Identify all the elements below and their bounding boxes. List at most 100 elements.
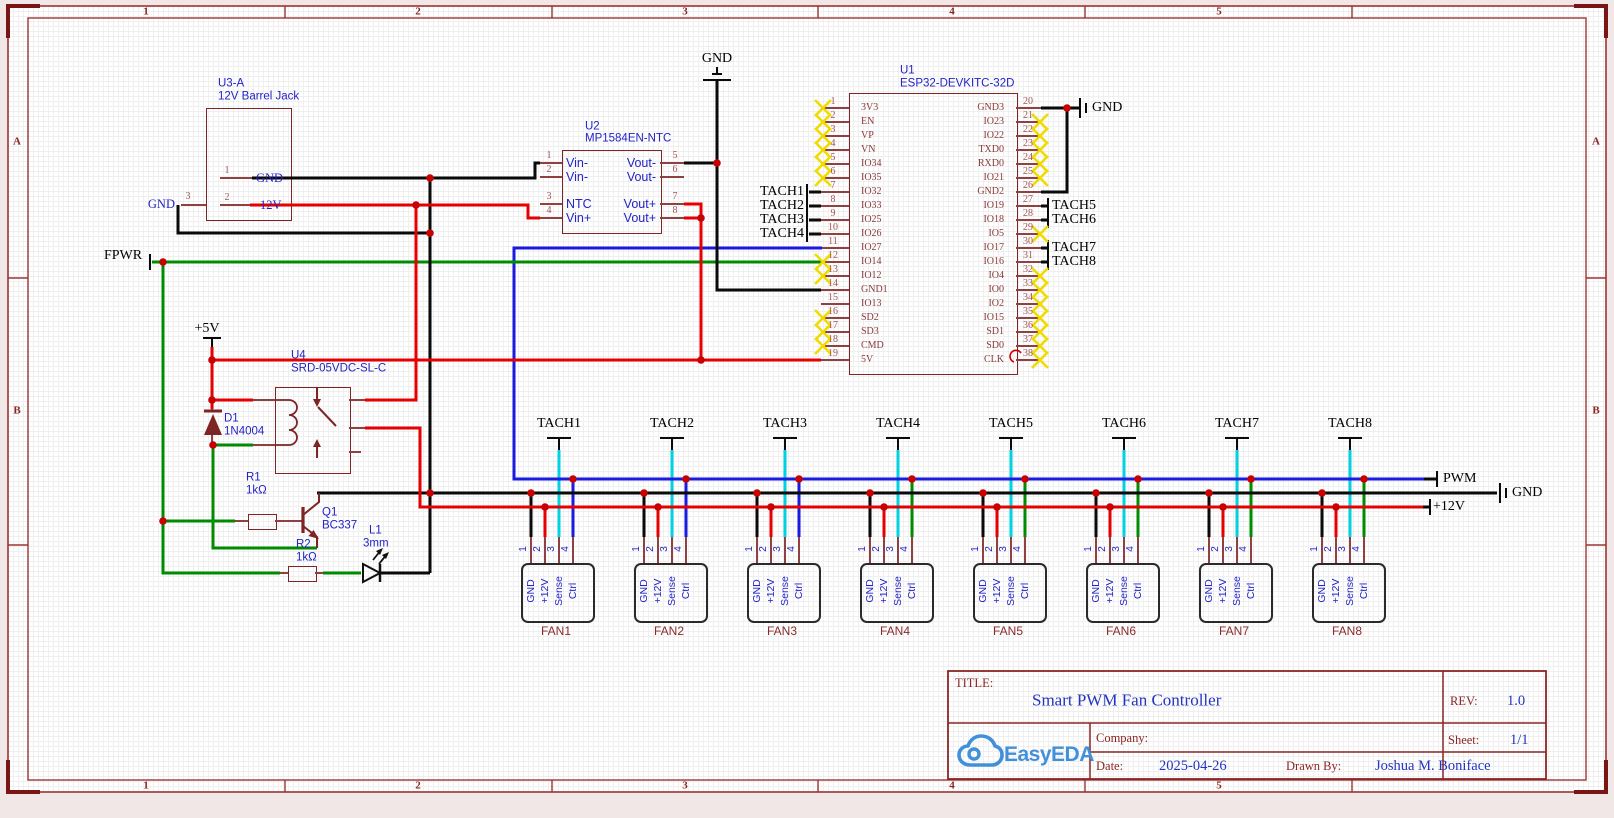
junction-dot bbox=[412, 201, 420, 209]
fan-pin-number: 1 bbox=[1084, 546, 1094, 552]
drawn-by-value[interactable]: Joshua M. Boniface bbox=[1375, 759, 1491, 774]
u1-pin-number: 13 bbox=[828, 265, 838, 275]
u1-pin-name: VP bbox=[861, 131, 874, 141]
u1-pin-name: EN bbox=[861, 117, 874, 127]
u1-pin-name: SD2 bbox=[861, 313, 879, 323]
fan-pin-name: Ctrl bbox=[794, 583, 805, 599]
d1-value[interactable]: 1N4004 bbox=[224, 426, 264, 438]
relay-switch-symbol bbox=[317, 388, 336, 458]
junction-dot bbox=[908, 475, 916, 483]
led-triangle[interactable] bbox=[363, 564, 380, 582]
u1-pin-number: 31 bbox=[1023, 251, 1033, 261]
easyeda-swirl-icon bbox=[969, 749, 979, 759]
u1-pin-number: 34 bbox=[1023, 293, 1033, 303]
u1-pin-number: 25 bbox=[1023, 167, 1033, 177]
net-flag-tach: TACH8 bbox=[1052, 255, 1096, 269]
u3-ref[interactable]: U3-A bbox=[218, 78, 244, 90]
u1-pin-number: 2 bbox=[831, 111, 836, 121]
u2-pin-number: 6 bbox=[673, 165, 678, 175]
u1-pin-name: IO2 bbox=[988, 299, 1004, 309]
junction-dot bbox=[1360, 475, 1368, 483]
fan-pin-name: Sense bbox=[1006, 576, 1017, 606]
junction-dot bbox=[654, 503, 662, 511]
net-flag-tach-fan: TACH7 bbox=[1215, 417, 1259, 431]
u2-value[interactable]: MP1584EN-NTC bbox=[585, 133, 671, 145]
relay-coil-symbol bbox=[275, 400, 297, 445]
u2-ref[interactable]: U2 bbox=[585, 121, 600, 133]
u1-pin-name: IO35 bbox=[861, 173, 882, 183]
l1-ref[interactable]: L1 bbox=[369, 525, 382, 537]
u1-pin-name: IO15 bbox=[983, 313, 1004, 323]
u4-value[interactable]: SRD-05VDC-SL-C bbox=[291, 363, 386, 375]
u2-pin-number: 7 bbox=[673, 192, 678, 202]
u1-pin-name: SD3 bbox=[861, 327, 879, 337]
fan-pin-name: GND bbox=[526, 579, 537, 602]
date-value[interactable]: 2025-04-26 bbox=[1159, 759, 1227, 774]
u4-ref[interactable]: U4 bbox=[291, 350, 306, 362]
fan-pin-name: +12V bbox=[879, 579, 890, 604]
fan-pin-name: GND bbox=[865, 579, 876, 602]
u1-pin-number: 3 bbox=[831, 125, 836, 135]
fpwr-net-wire bbox=[152, 262, 821, 573]
u1-pin-number: 30 bbox=[1023, 237, 1033, 247]
net-flag-tach-fan: TACH1 bbox=[537, 417, 581, 431]
u1-ref[interactable]: U1 bbox=[900, 65, 915, 77]
frame-column-label: 1 bbox=[143, 7, 149, 18]
rev-label: REV: bbox=[1450, 695, 1478, 708]
u3-pin1-number: 1 bbox=[225, 166, 230, 176]
u1-pin-number: 15 bbox=[828, 293, 838, 303]
r2-ref[interactable]: R2 bbox=[296, 539, 311, 551]
u2-pin-number: 1 bbox=[547, 151, 552, 161]
u1-value[interactable]: ESP32-DEVKITC-32D bbox=[900, 78, 1014, 90]
fan-connector-label: FAN2 bbox=[654, 625, 684, 637]
l1-value[interactable]: 3mm bbox=[363, 538, 389, 550]
net-flag-tach: TACH3 bbox=[760, 213, 804, 227]
u1-pin-number: 17 bbox=[828, 321, 838, 331]
u1-pin-number: 8 bbox=[831, 195, 836, 205]
u1-pin-name: IO13 bbox=[861, 299, 882, 309]
u1-pin-number: 12 bbox=[828, 251, 838, 261]
fan-pin-number: 4 bbox=[674, 546, 684, 552]
rev-value[interactable]: 1.0 bbox=[1507, 694, 1525, 709]
u1-pin-number: 10 bbox=[828, 223, 838, 233]
junction-dot bbox=[1092, 489, 1100, 497]
r1-ref[interactable]: R1 bbox=[246, 472, 261, 484]
fan-pin-number: 3 bbox=[1338, 546, 1348, 552]
fan-connector-label: FAN7 bbox=[1219, 625, 1249, 637]
u1-pin-number: 16 bbox=[828, 307, 838, 317]
frame-row-label: B bbox=[1592, 406, 1599, 417]
fan-pin-number: 2 bbox=[646, 546, 656, 552]
diode-triangle[interactable] bbox=[204, 414, 222, 435]
fan-pin-name: GND bbox=[1204, 579, 1215, 602]
u2-pin-name: Vout- bbox=[627, 171, 656, 184]
net-flag-tach: TACH4 bbox=[760, 227, 804, 241]
net-label-12v-jack: 12V bbox=[260, 199, 282, 212]
sheet-title[interactable]: Smart PWM Fan Controller bbox=[1032, 692, 1221, 709]
fan-pin-number: 3 bbox=[547, 546, 557, 552]
fan-pin-name: Sense bbox=[667, 576, 678, 606]
sheet-value[interactable]: 1/1 bbox=[1510, 733, 1529, 748]
fan-pin-number: 4 bbox=[900, 546, 910, 552]
u3-value[interactable]: 12V Barrel Jack bbox=[218, 91, 299, 103]
power-flag-gnd-top: GND bbox=[702, 52, 732, 66]
easyeda-logo[interactable]: EasyEDA bbox=[959, 736, 1094, 766]
r2-value[interactable]: 1kΩ bbox=[296, 552, 317, 564]
u1-pin-number: 23 bbox=[1023, 139, 1033, 149]
r1-value[interactable]: 1kΩ bbox=[246, 485, 267, 497]
fan-pin-number: 1 bbox=[745, 546, 755, 552]
fan-pin-name: Ctrl bbox=[1359, 583, 1370, 599]
u1-pin-number: 9 bbox=[831, 209, 836, 219]
junction-dot bbox=[767, 503, 775, 511]
fan-pin-name: Ctrl bbox=[1246, 583, 1257, 599]
u2-pin-number: 4 bbox=[547, 206, 552, 216]
fan-pin-number: 4 bbox=[561, 546, 571, 552]
d1-ref[interactable]: D1 bbox=[224, 413, 239, 425]
q1-ref[interactable]: Q1 bbox=[322, 507, 337, 519]
u1-pin-number: 19 bbox=[828, 349, 838, 359]
net-flag-tach-fan: TACH6 bbox=[1102, 417, 1146, 431]
net-flag-fpwr: FPWR bbox=[104, 249, 142, 263]
net-flag-tach: TACH5 bbox=[1052, 199, 1096, 213]
u1-pin-name: IO32 bbox=[861, 187, 882, 197]
q1-value[interactable]: BC337 bbox=[322, 520, 357, 532]
net-flag-tach: TACH1 bbox=[760, 185, 804, 199]
